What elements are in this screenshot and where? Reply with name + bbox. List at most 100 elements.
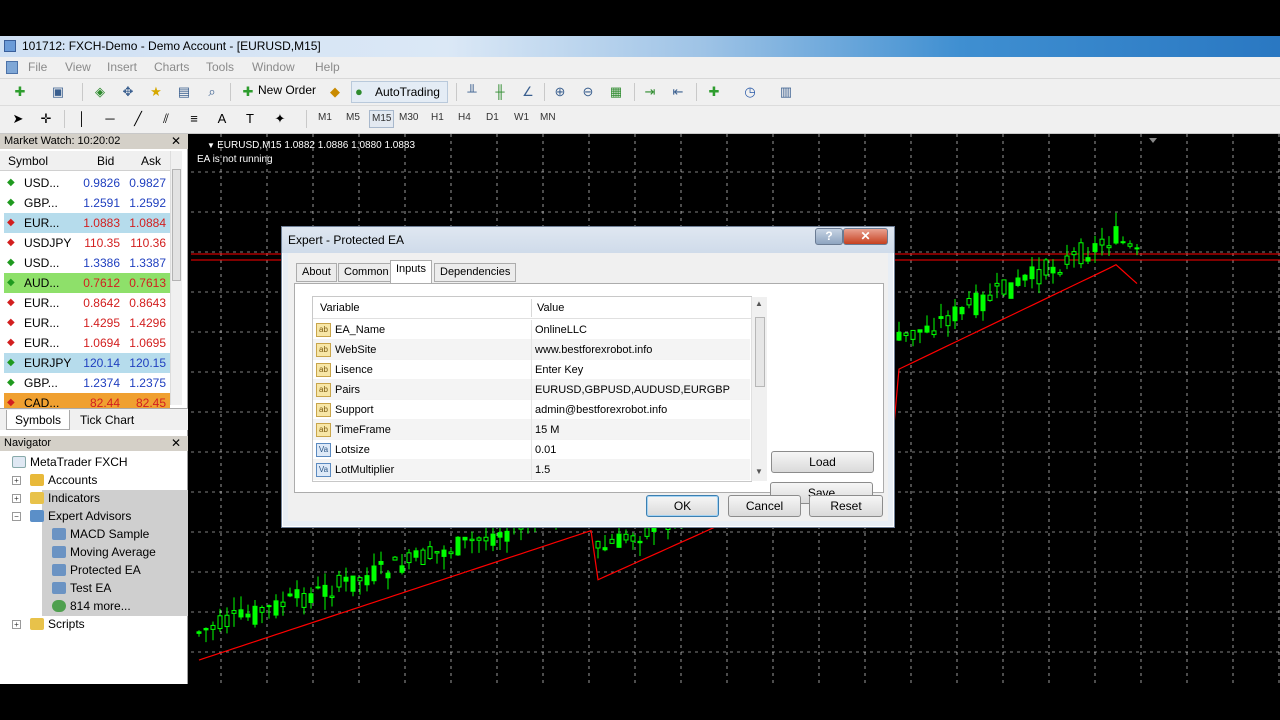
- market-watch-icon[interactable]: ◈: [90, 82, 110, 102]
- tab-about[interactable]: About: [296, 263, 337, 282]
- menu-charts[interactable]: Charts: [154, 60, 189, 74]
- market-watch-row[interactable]: ◆ EURJPY 120.14 120.15: [4, 353, 170, 373]
- market-watch-row[interactable]: ◆ EUR... 1.0694 1.0695: [4, 333, 170, 353]
- scrollbar-thumb[interactable]: [172, 169, 181, 281]
- variable-value[interactable]: 1.5: [535, 460, 550, 480]
- market-watch-row[interactable]: ◆ GBP... 1.2591 1.2592: [4, 193, 170, 213]
- market-watch-row[interactable]: ◆ USDJPY 110.35 110.36: [4, 233, 170, 253]
- periods-icon[interactable]: ◷: [740, 82, 760, 102]
- profiles-icon[interactable]: ▣: [48, 82, 68, 102]
- variable-value[interactable]: www.bestforexrobot.info: [535, 340, 652, 360]
- input-row[interactable]: ab WebSite www.bestforexrobot.info: [313, 340, 750, 360]
- horizontal-line-icon[interactable]: ─: [100, 109, 120, 129]
- input-row[interactable]: ab EA_Name OnlineLLC: [313, 320, 750, 340]
- tile-windows-icon[interactable]: ▦: [606, 82, 626, 102]
- autoscroll-icon[interactable]: ⇤: [668, 82, 688, 102]
- menu-tools[interactable]: Tools: [206, 60, 234, 74]
- collapse-icon[interactable]: −: [12, 512, 21, 521]
- market-watch-row[interactable]: ◆ EUR... 1.0883 1.0884: [4, 213, 170, 233]
- input-row[interactable]: ab Lisence Enter Key: [313, 360, 750, 380]
- navigator-root[interactable]: MetaTrader FXCH: [12, 453, 128, 471]
- new-order-icon[interactable]: ✚: [238, 82, 258, 102]
- column-value[interactable]: Value: [537, 302, 564, 314]
- timeframe-m1[interactable]: M1: [318, 112, 332, 123]
- nav-scripts[interactable]: Scripts: [30, 615, 85, 633]
- column-variable[interactable]: Variable: [320, 302, 360, 314]
- arrows-icon[interactable]: ✦: [270, 109, 290, 129]
- input-row[interactable]: ab TimeFrame 15 M: [313, 420, 750, 440]
- indicators-icon[interactable]: ✚: [704, 82, 724, 102]
- timeframe-m15[interactable]: M15: [369, 110, 395, 128]
- market-watch-row[interactable]: ◆ USD... 0.9826 0.9827: [4, 173, 170, 193]
- trendline-icon[interactable]: ╱: [128, 109, 148, 129]
- document-icon[interactable]: [6, 61, 18, 74]
- close-button[interactable]: ✕: [843, 228, 888, 245]
- scrollbar-thumb[interactable]: [755, 317, 765, 387]
- line-chart-icon[interactable]: ∠: [518, 82, 538, 102]
- timeframe-d1[interactable]: D1: [486, 112, 499, 123]
- input-row[interactable]: ab Pairs EURUSD,GBPUSD,AUDUSD,EURGBP: [313, 380, 750, 400]
- tab-tick-chart[interactable]: Tick Chart: [72, 410, 142, 430]
- expand-icon[interactable]: +: [12, 620, 21, 629]
- nav-expert-advisors[interactable]: Expert Advisors: [30, 507, 131, 525]
- variable-value[interactable]: OnlineLLC: [535, 320, 587, 340]
- ok-button[interactable]: OK: [646, 495, 719, 517]
- text-icon[interactable]: A: [212, 109, 232, 129]
- autotrading-button[interactable]: ● AutoTrading: [351, 81, 448, 103]
- column-symbol[interactable]: Symbol: [8, 154, 48, 168]
- cancel-button[interactable]: Cancel: [728, 495, 801, 517]
- new-chart-icon[interactable]: ✚: [10, 82, 30, 102]
- timeframe-m5[interactable]: M5: [346, 112, 360, 123]
- tab-inputs[interactable]: Inputs: [390, 260, 432, 283]
- variable-value[interactable]: admin@bestforexrobot.info: [535, 400, 667, 420]
- tab-symbols[interactable]: Symbols: [6, 410, 71, 430]
- new-order-button[interactable]: New Order: [258, 83, 316, 97]
- variable-value[interactable]: Enter Key: [535, 360, 583, 380]
- metaeditor-icon[interactable]: ◆: [325, 82, 345, 102]
- scroll-up-icon[interactable]: ▲: [755, 299, 763, 308]
- menu-file[interactable]: File: [28, 60, 47, 74]
- chart-shift-icon[interactable]: ⇥: [640, 82, 660, 102]
- timeframe-w1[interactable]: W1: [514, 112, 529, 123]
- expand-icon[interactable]: +: [12, 476, 21, 485]
- candlestick-icon[interactable]: ╫: [490, 82, 510, 102]
- expand-icon[interactable]: +: [12, 494, 21, 503]
- market-watch-scrollbar[interactable]: [170, 151, 182, 405]
- channel-icon[interactable]: ⫽: [156, 109, 176, 129]
- data-window-icon[interactable]: ✥: [118, 82, 138, 102]
- timeframe-m30[interactable]: M30: [399, 112, 418, 123]
- tab-common[interactable]: Common: [338, 263, 395, 282]
- fibonacci-icon[interactable]: ≡: [184, 109, 204, 129]
- nav-accounts[interactable]: Accounts: [30, 471, 97, 489]
- menu-insert[interactable]: Insert: [107, 60, 137, 74]
- chart-menu-arrow-icon[interactable]: ▼: [207, 141, 217, 150]
- load-button[interactable]: Load: [771, 451, 874, 473]
- grid-scrollbar[interactable]: ▲ ▼: [751, 297, 767, 481]
- market-watch-row[interactable]: ◆ AUD... 0.7612 0.7613: [4, 273, 170, 293]
- text-label-icon[interactable]: T: [240, 109, 260, 129]
- timeframe-h4[interactable]: H4: [458, 112, 471, 123]
- nav-test-ea[interactable]: Test EA: [52, 579, 111, 597]
- tab-dependencies[interactable]: Dependencies: [434, 263, 517, 282]
- timeframe-mn[interactable]: MN: [540, 112, 556, 123]
- nav-protected-ea[interactable]: Protected EA: [52, 561, 141, 579]
- market-watch-row[interactable]: ◆ EUR... 0.8642 0.8643: [4, 293, 170, 313]
- zoom-out-icon[interactable]: ⊖: [578, 82, 598, 102]
- nav-macd-sample[interactable]: MACD Sample: [52, 525, 149, 543]
- variable-value[interactable]: EURUSD,GBPUSD,AUDUSD,EURGBP: [535, 380, 730, 400]
- nav-indicators[interactable]: Indicators: [30, 489, 100, 507]
- close-icon[interactable]: ✕: [171, 436, 181, 450]
- close-icon[interactable]: ✕: [171, 134, 181, 148]
- menu-view[interactable]: View: [65, 60, 91, 74]
- zoom-in-icon[interactable]: ⊕: [550, 82, 570, 102]
- timeframe-h1[interactable]: H1: [431, 112, 444, 123]
- menu-help[interactable]: Help: [315, 60, 340, 74]
- nav-moving-average[interactable]: Moving Average: [52, 543, 156, 561]
- market-watch-row[interactable]: ◆ USD... 1.3386 1.3387: [4, 253, 170, 273]
- bar-chart-icon[interactable]: ╨: [462, 82, 482, 102]
- input-row[interactable]: Va LotMultiplier 1.5: [313, 460, 750, 480]
- cursor-icon[interactable]: ➤: [8, 109, 28, 129]
- navigator-icon[interactable]: ★: [146, 82, 166, 102]
- vertical-line-icon[interactable]: │: [72, 109, 92, 129]
- variable-value[interactable]: 15 M: [535, 420, 559, 440]
